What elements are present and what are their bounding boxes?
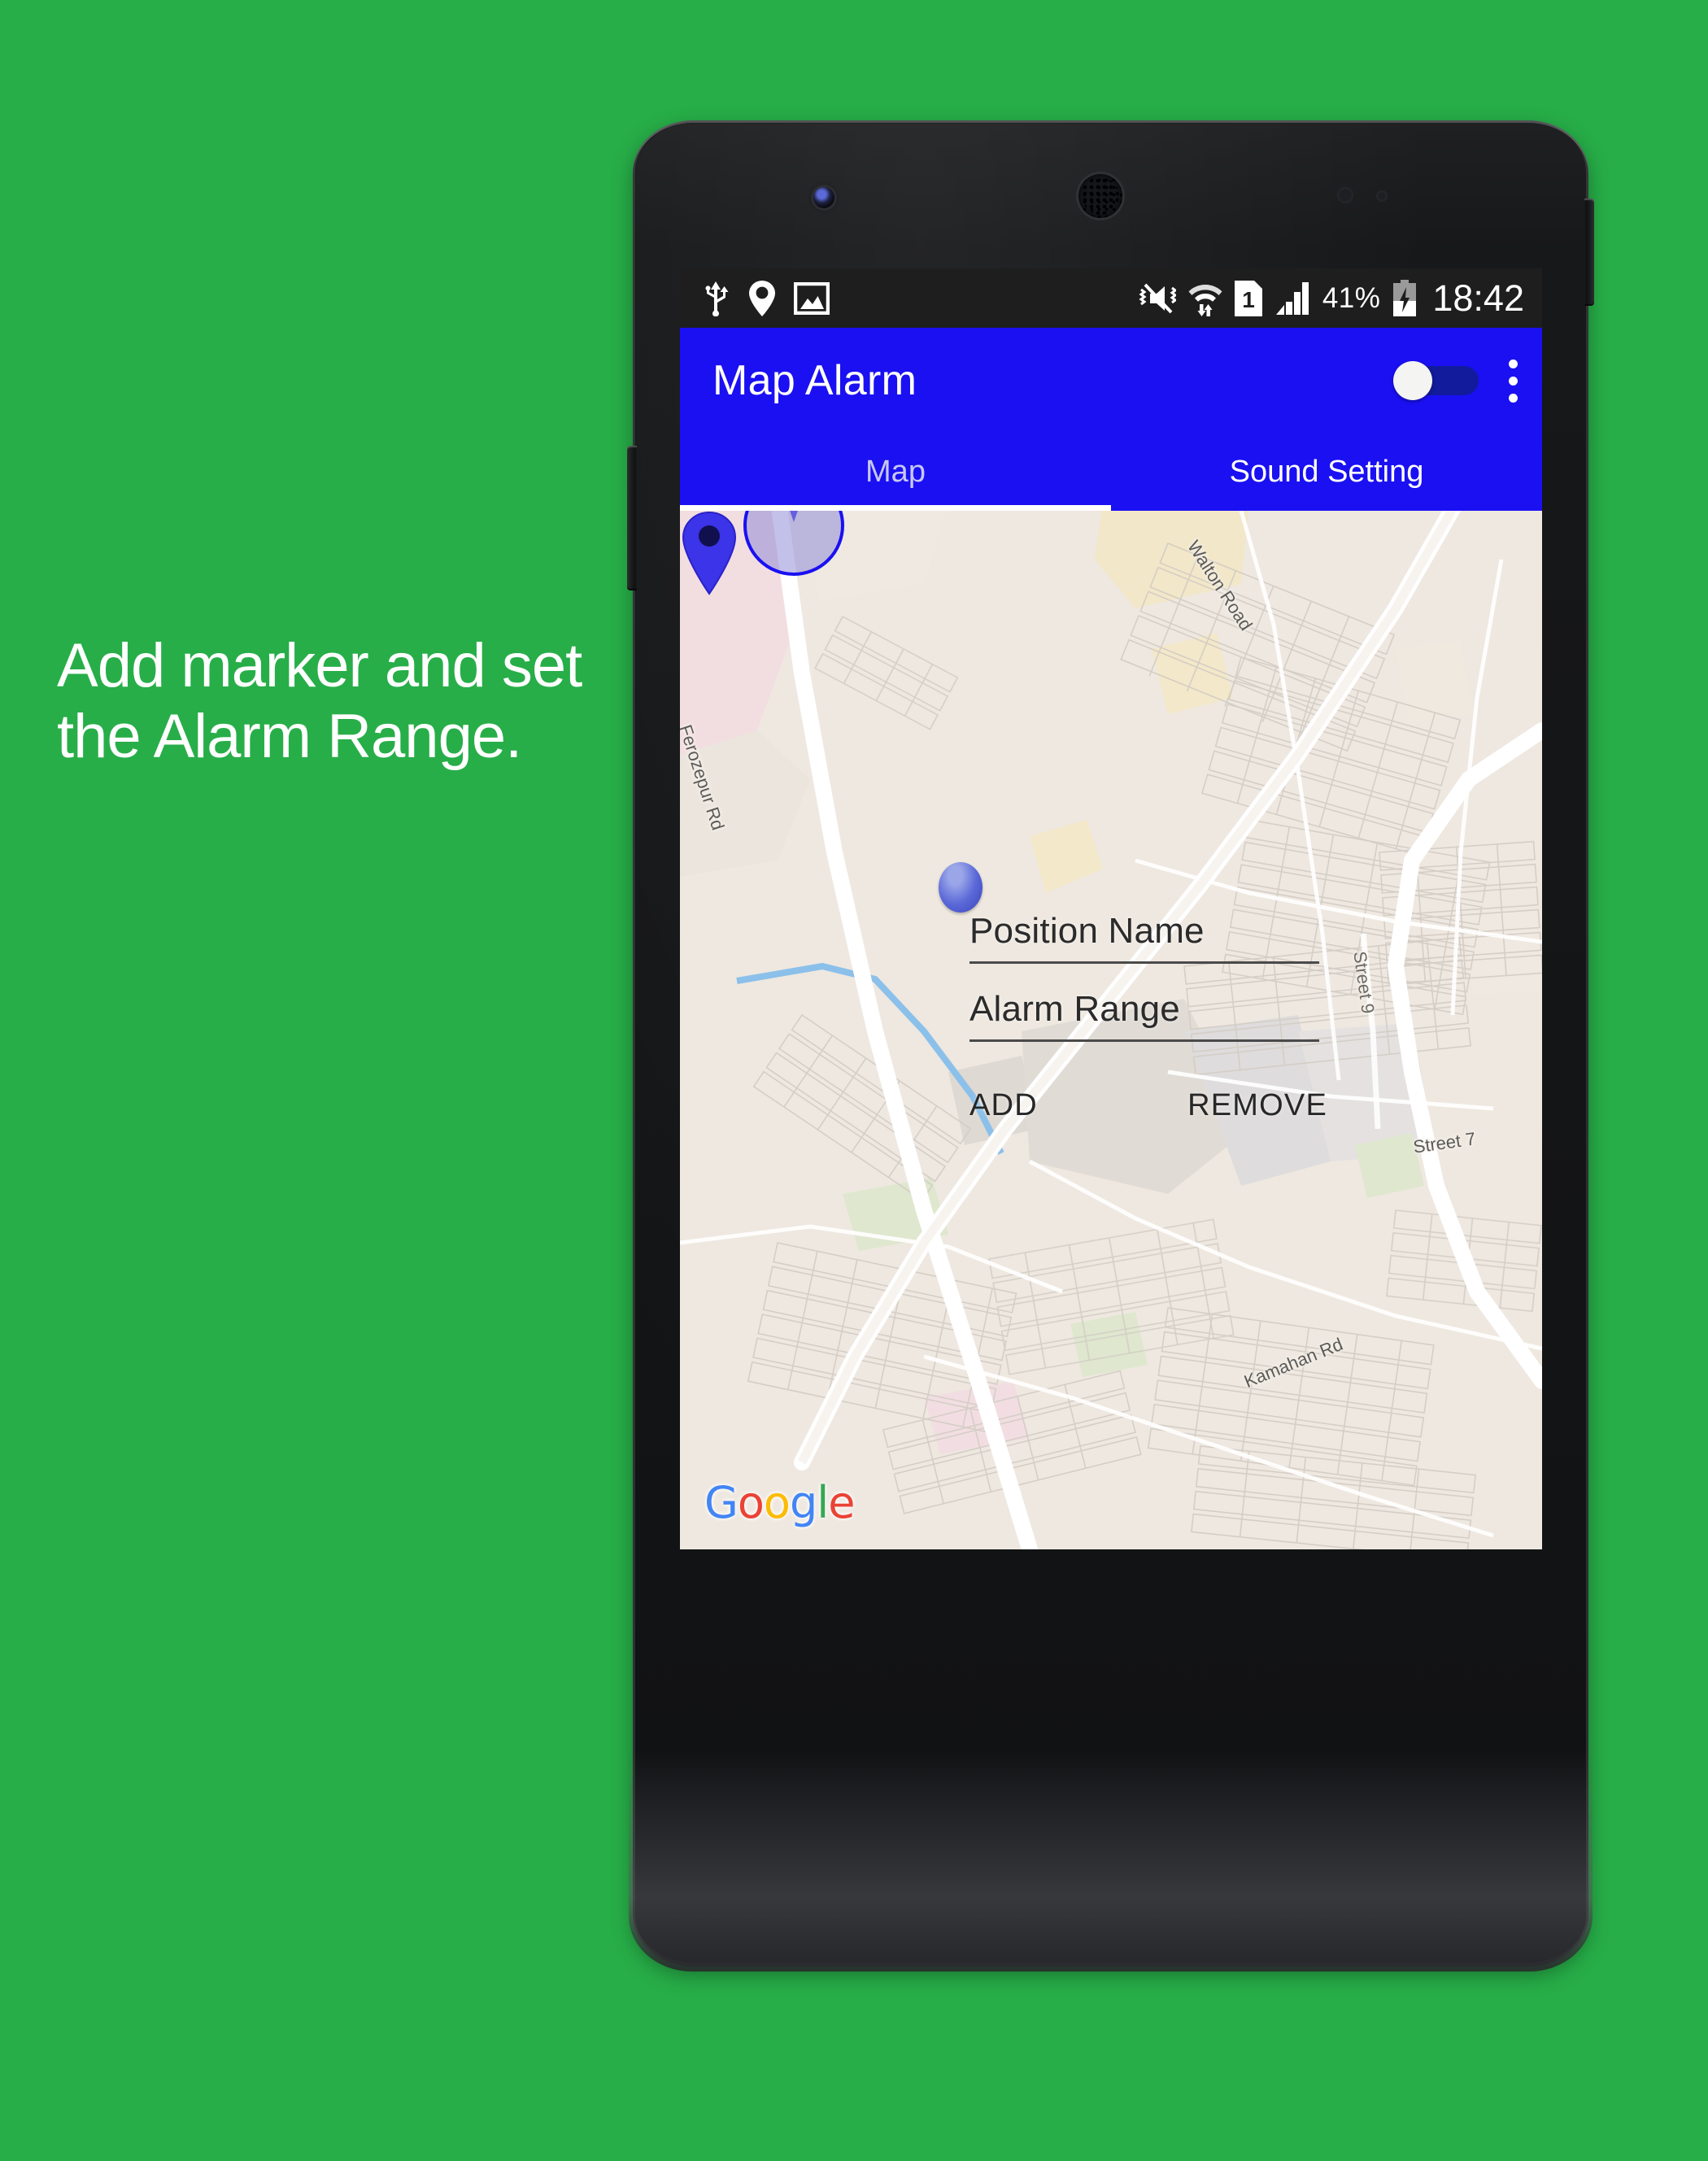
screenshot-image-icon — [794, 281, 830, 315]
location-pin-icon — [749, 280, 775, 316]
light-sensor-icon — [1376, 190, 1388, 202]
google-letter: G — [704, 1477, 739, 1528]
switch-thumb — [1393, 361, 1432, 400]
svg-text:1: 1 — [1242, 287, 1255, 312]
google-letter: l — [817, 1477, 829, 1528]
mute-vibrate-off-icon — [1139, 283, 1176, 313]
wifi-data-icon — [1188, 284, 1222, 316]
app-bar: Map Alarm — [680, 328, 1542, 434]
overflow-dot — [1508, 393, 1518, 403]
app-bar-actions — [1393, 359, 1542, 403]
form-buttons: ADD REMOVE — [969, 1088, 1327, 1123]
volume-button[interactable] — [627, 446, 637, 590]
user-location-circle — [743, 511, 844, 576]
position-name-underline — [969, 961, 1319, 964]
alarm-range-circle — [743, 511, 844, 576]
power-button[interactable] — [1584, 198, 1594, 306]
clock-label: 18:42 — [1432, 277, 1524, 319]
front-camera-icon — [813, 187, 834, 208]
overflow-dot — [1508, 359, 1518, 368]
google-letter: e — [828, 1477, 855, 1528]
overflow-dot — [1508, 376, 1518, 386]
remove-button[interactable]: REMOVE — [1187, 1088, 1327, 1123]
status-bar: 1 41% 18:42 — [680, 268, 1542, 328]
tab-map-label: Map — [865, 455, 926, 489]
battery-percent-label: 41% — [1322, 281, 1381, 314]
google-letter: g — [789, 1477, 817, 1528]
google-attribution-logo: Google — [704, 1477, 855, 1528]
alarm-range-underline — [969, 1039, 1319, 1042]
phone-screen: 1 41% 18:42 Map Alarm Map Sound Setting … — [680, 268, 1542, 1549]
tab-sound-setting-label: Sound Setting — [1229, 455, 1424, 489]
alarm-enable-switch[interactable] — [1393, 361, 1479, 400]
tab-sound-setting[interactable]: Sound Setting — [1111, 434, 1542, 511]
status-bar-left-icons — [680, 280, 830, 317]
app-title: Map Alarm — [712, 357, 917, 404]
usb-icon — [705, 281, 729, 316]
alarm-pin-icon[interactable] — [680, 511, 739, 595]
add-button[interactable]: ADD — [969, 1088, 1038, 1123]
battery-charging-icon — [1393, 279, 1417, 316]
phone-device: 1 41% 18:42 Map Alarm Map Sound Setting … — [627, 120, 1594, 1971]
position-name-field[interactable]: Position Name — [969, 911, 1319, 964]
tab-map[interactable]: Map — [680, 434, 1111, 511]
position-name-placeholder: Position Name — [969, 911, 1205, 951]
proximity-sensor-icon — [1337, 187, 1353, 203]
alarm-range-placeholder: Alarm Range — [969, 989, 1180, 1029]
sim-1-icon: 1 — [1234, 280, 1262, 316]
google-letter: o — [737, 1477, 765, 1528]
map-view[interactable]: Walton Road Ferozepur Rd Street 9 Street… — [680, 511, 1542, 1549]
tab-bar: Map Sound Setting — [680, 434, 1542, 511]
position-marker-dot[interactable] — [939, 862, 983, 913]
alarm-range-field[interactable]: Alarm Range — [969, 989, 1319, 1042]
promo-caption: Add marker and set the Alarm Range. — [57, 631, 582, 772]
status-bar-right-icons: 1 41% 18:42 — [1137, 277, 1542, 320]
signal-bars-icon — [1275, 281, 1309, 315]
overflow-menu-icon[interactable] — [1508, 359, 1518, 403]
earpiece-speaker-icon — [1078, 174, 1122, 218]
google-letter: o — [763, 1477, 791, 1528]
